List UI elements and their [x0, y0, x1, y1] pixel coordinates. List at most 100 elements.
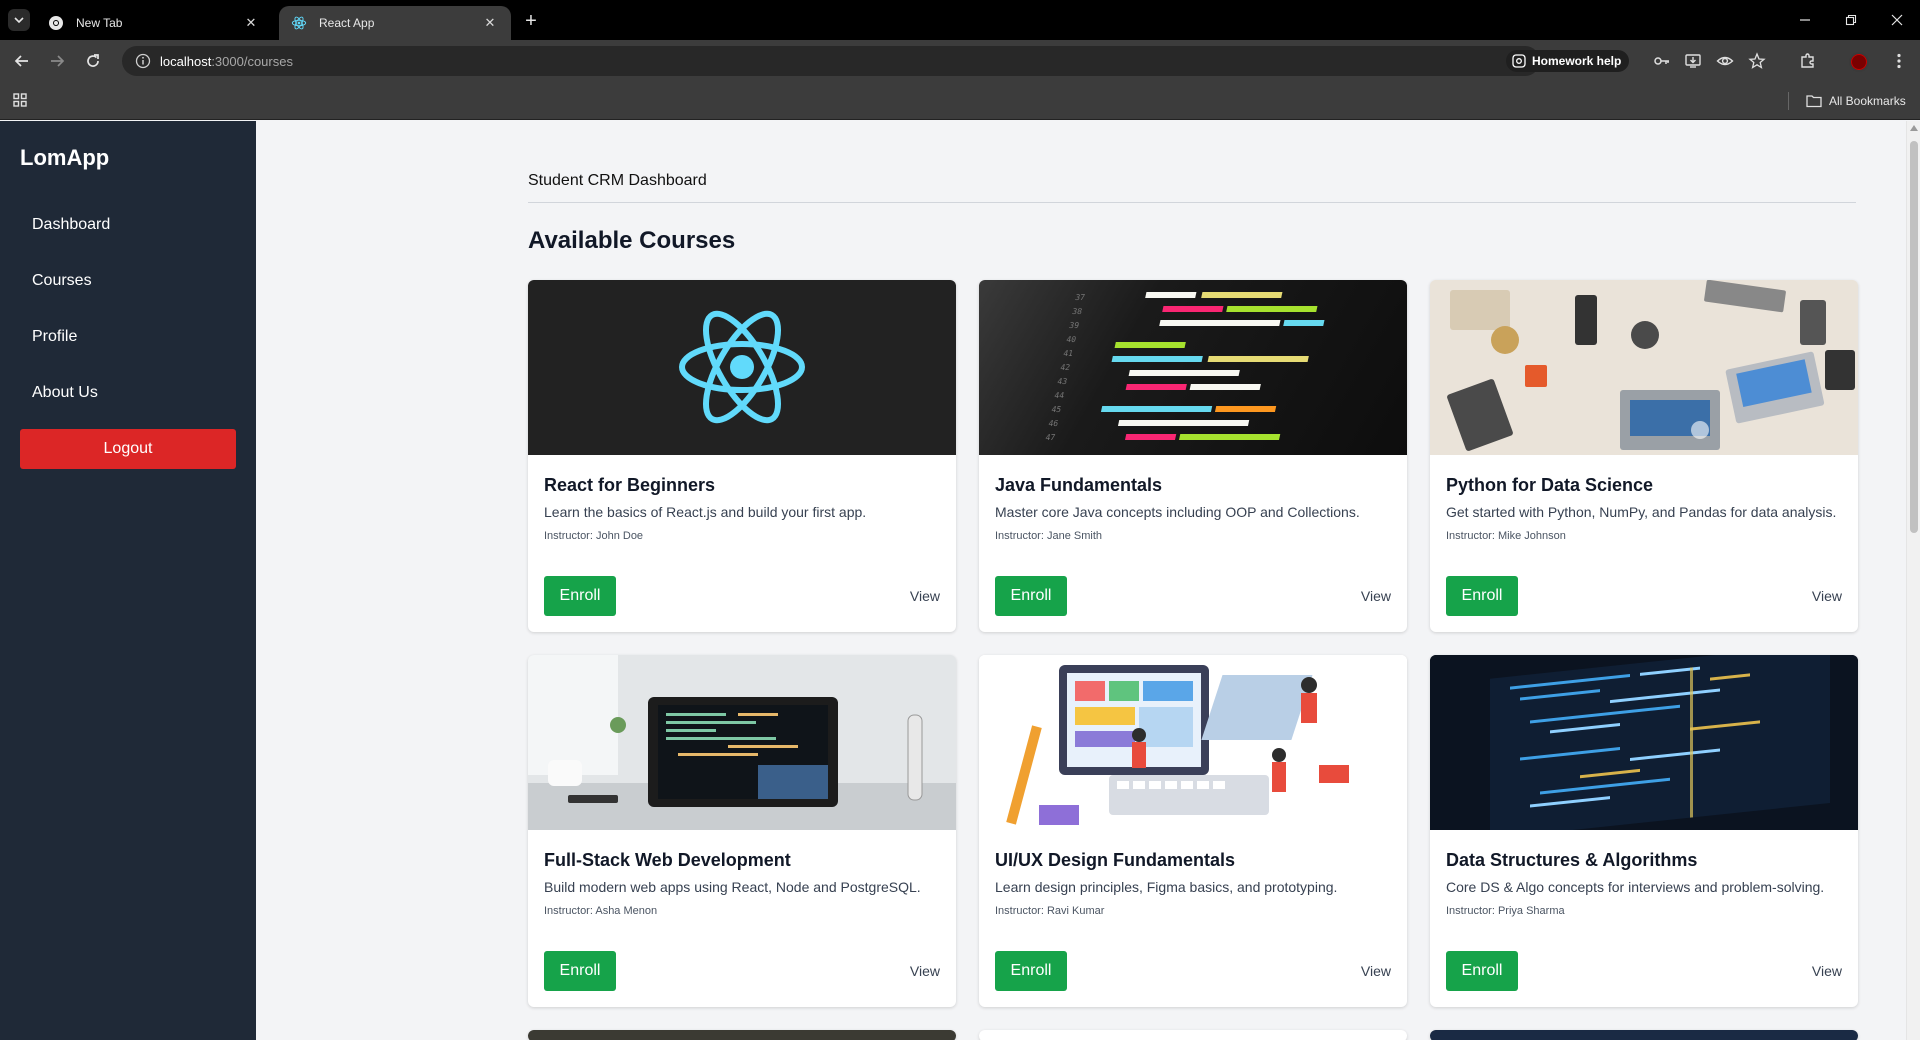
svg-text:43: 43 — [1056, 376, 1068, 386]
reload-button[interactable] — [82, 50, 104, 72]
enroll-button[interactable]: Enroll — [544, 576, 616, 616]
sidebar-item-dashboard[interactable]: Dashboard — [32, 216, 110, 234]
course-card: 37 38 39 40 41 42 43 44 45 46 47 Java Fundamentals… — [979, 280, 1407, 632]
logout-button[interactable]: Logout — [20, 429, 236, 469]
course-title: Python for Data Science — [1446, 475, 1654, 495]
course-image-code-screen: 37 38 39 40 41 42 43 44 45 46 47 — [979, 280, 1407, 455]
bookmarks-bar: All Bookmarks — [0, 82, 1920, 120]
apps-grid-icon[interactable] — [12, 92, 28, 108]
course-card-partial — [979, 1030, 1407, 1040]
course-instructor: Instructor: Mike Johnson — [1446, 530, 1566, 542]
all-bookmarks-label: All Bookmarks — [1829, 94, 1906, 108]
svg-text:40: 40 — [1065, 334, 1077, 344]
tab-title: New Tab — [76, 16, 123, 30]
sidebar-item-courses[interactable]: Courses — [32, 272, 92, 290]
chrome-icon — [48, 15, 64, 31]
view-link[interactable]: View — [910, 588, 940, 604]
course-title: UI/UX Design Fundamentals — [995, 850, 1236, 870]
scroll-up-icon[interactable] — [1910, 125, 1918, 131]
close-icon — [1891, 14, 1903, 26]
view-link[interactable]: View — [1812, 963, 1842, 979]
password-key-icon[interactable] — [1651, 50, 1673, 72]
view-link[interactable]: View — [910, 963, 940, 979]
view-link[interactable]: View — [1361, 963, 1391, 979]
enroll-button[interactable]: Enroll — [995, 576, 1067, 616]
course-card-partial — [528, 1030, 956, 1040]
url-text[interactable]: localhost:3000/courses — [160, 54, 293, 69]
address-bar[interactable]: localhost:3000/courses — [122, 46, 1540, 76]
course-instructor: Instructor: Jane Smith — [995, 530, 1102, 542]
course-image-code-monitor — [1430, 655, 1858, 830]
homework-help-label: Homework help — [1532, 54, 1622, 68]
main-content: Student CRM Dashboard Available Courses … — [256, 121, 1906, 1040]
course-description: Master core Java concepts including OOP … — [995, 504, 1360, 520]
course-instructor: Instructor: John Doe — [544, 530, 644, 542]
breadcrumb-divider — [528, 202, 1856, 203]
course-image-team-desk — [1430, 280, 1858, 455]
restore-icon — [1845, 14, 1857, 26]
extensions-icon[interactable] — [1797, 50, 1819, 72]
page-scrollbar[interactable] — [1906, 121, 1920, 1040]
new-tab-button[interactable]: + — [520, 10, 542, 32]
scrollbar-thumb[interactable] — [1910, 141, 1918, 533]
course-card: UI/UX Design Fundamentals Learn design p… — [979, 655, 1407, 1007]
minimize-icon — [1800, 19, 1810, 21]
breadcrumb: Student CRM Dashboard — [528, 172, 707, 189]
tab-new-tab[interactable]: New Tab ✕ — [36, 6, 272, 40]
browser-toolbar: localhost:3000/courses Homework help — [0, 40, 1920, 82]
course-description: Build modern web apps using React, Node … — [544, 879, 921, 895]
arrow-left-icon — [14, 55, 28, 67]
enroll-button[interactable]: Enroll — [1446, 576, 1518, 616]
arrow-right-icon — [51, 55, 65, 67]
course-title: Data Structures & Algorithms — [1446, 850, 1698, 870]
course-card: Full-Stack Web Development Build modern … — [528, 655, 956, 1007]
homework-help-chip[interactable]: Homework help — [1506, 50, 1630, 72]
url-host: localhost — [160, 53, 212, 69]
back-button[interactable] — [11, 50, 33, 72]
eye-icon[interactable] — [1714, 50, 1736, 72]
course-description: Get started with Python, NumPy, and Pand… — [1446, 504, 1837, 520]
sidebar-item-profile[interactable]: Profile — [32, 328, 77, 346]
course-image-laptop-desk — [528, 655, 956, 830]
tab-search-button[interactable] — [8, 9, 30, 31]
close-icon[interactable]: ✕ — [242, 14, 260, 32]
reload-icon — [87, 54, 99, 67]
minimize-button[interactable] — [1790, 8, 1820, 32]
svg-text:47: 47 — [1045, 432, 1057, 442]
course-card: Python for Data Science Get started with… — [1430, 280, 1858, 632]
folder-icon — [1806, 95, 1822, 108]
svg-text:38: 38 — [1071, 306, 1083, 316]
svg-text:45: 45 — [1051, 404, 1063, 414]
svg-text:42: 42 — [1059, 362, 1071, 372]
view-link[interactable]: View — [1361, 588, 1391, 604]
site-info-icon[interactable] — [128, 46, 158, 76]
bookmark-star-icon[interactable] — [1746, 50, 1768, 72]
course-instructor: Instructor: Priya Sharma — [1446, 905, 1565, 917]
profile-avatar[interactable] — [1849, 52, 1869, 72]
browser-tab-strip: New Tab ✕ React App ✕ + — [0, 0, 1920, 40]
course-title: React for Beginners — [544, 475, 716, 495]
enroll-button[interactable]: Enroll — [1446, 951, 1518, 991]
brand-logo: LomApp — [20, 145, 110, 170]
enroll-button[interactable]: Enroll — [995, 951, 1067, 991]
course-card: Data Structures & Algorithms Core DS & A… — [1430, 655, 1858, 1007]
course-description: Learn the basics of React.js and build y… — [544, 504, 867, 520]
url-path: :3000/courses — [211, 53, 293, 69]
view-link[interactable]: View — [1812, 588, 1842, 604]
tab-react-app[interactable]: React App ✕ — [279, 6, 511, 40]
more-menu-icon[interactable] — [1888, 50, 1910, 72]
restore-button[interactable] — [1836, 8, 1866, 32]
enroll-button[interactable]: Enroll — [544, 951, 616, 991]
install-app-icon[interactable] — [1682, 50, 1704, 72]
svg-text:41: 41 — [1062, 348, 1074, 358]
forward-button[interactable] — [46, 50, 68, 72]
course-card: React for Beginners Learn the basics of … — [528, 280, 956, 632]
close-icon[interactable]: ✕ — [481, 14, 499, 32]
svg-text:44: 44 — [1053, 390, 1065, 400]
close-window-button[interactable] — [1882, 8, 1912, 32]
all-bookmarks-button[interactable]: All Bookmarks — [1806, 92, 1906, 110]
sidebar: LomApp Dashboard Courses Profile About U… — [0, 121, 256, 1040]
course-description: Learn design principles, Figma basics, a… — [995, 879, 1338, 895]
react-icon — [291, 15, 307, 31]
sidebar-item-about-us[interactable]: About Us — [32, 384, 98, 402]
